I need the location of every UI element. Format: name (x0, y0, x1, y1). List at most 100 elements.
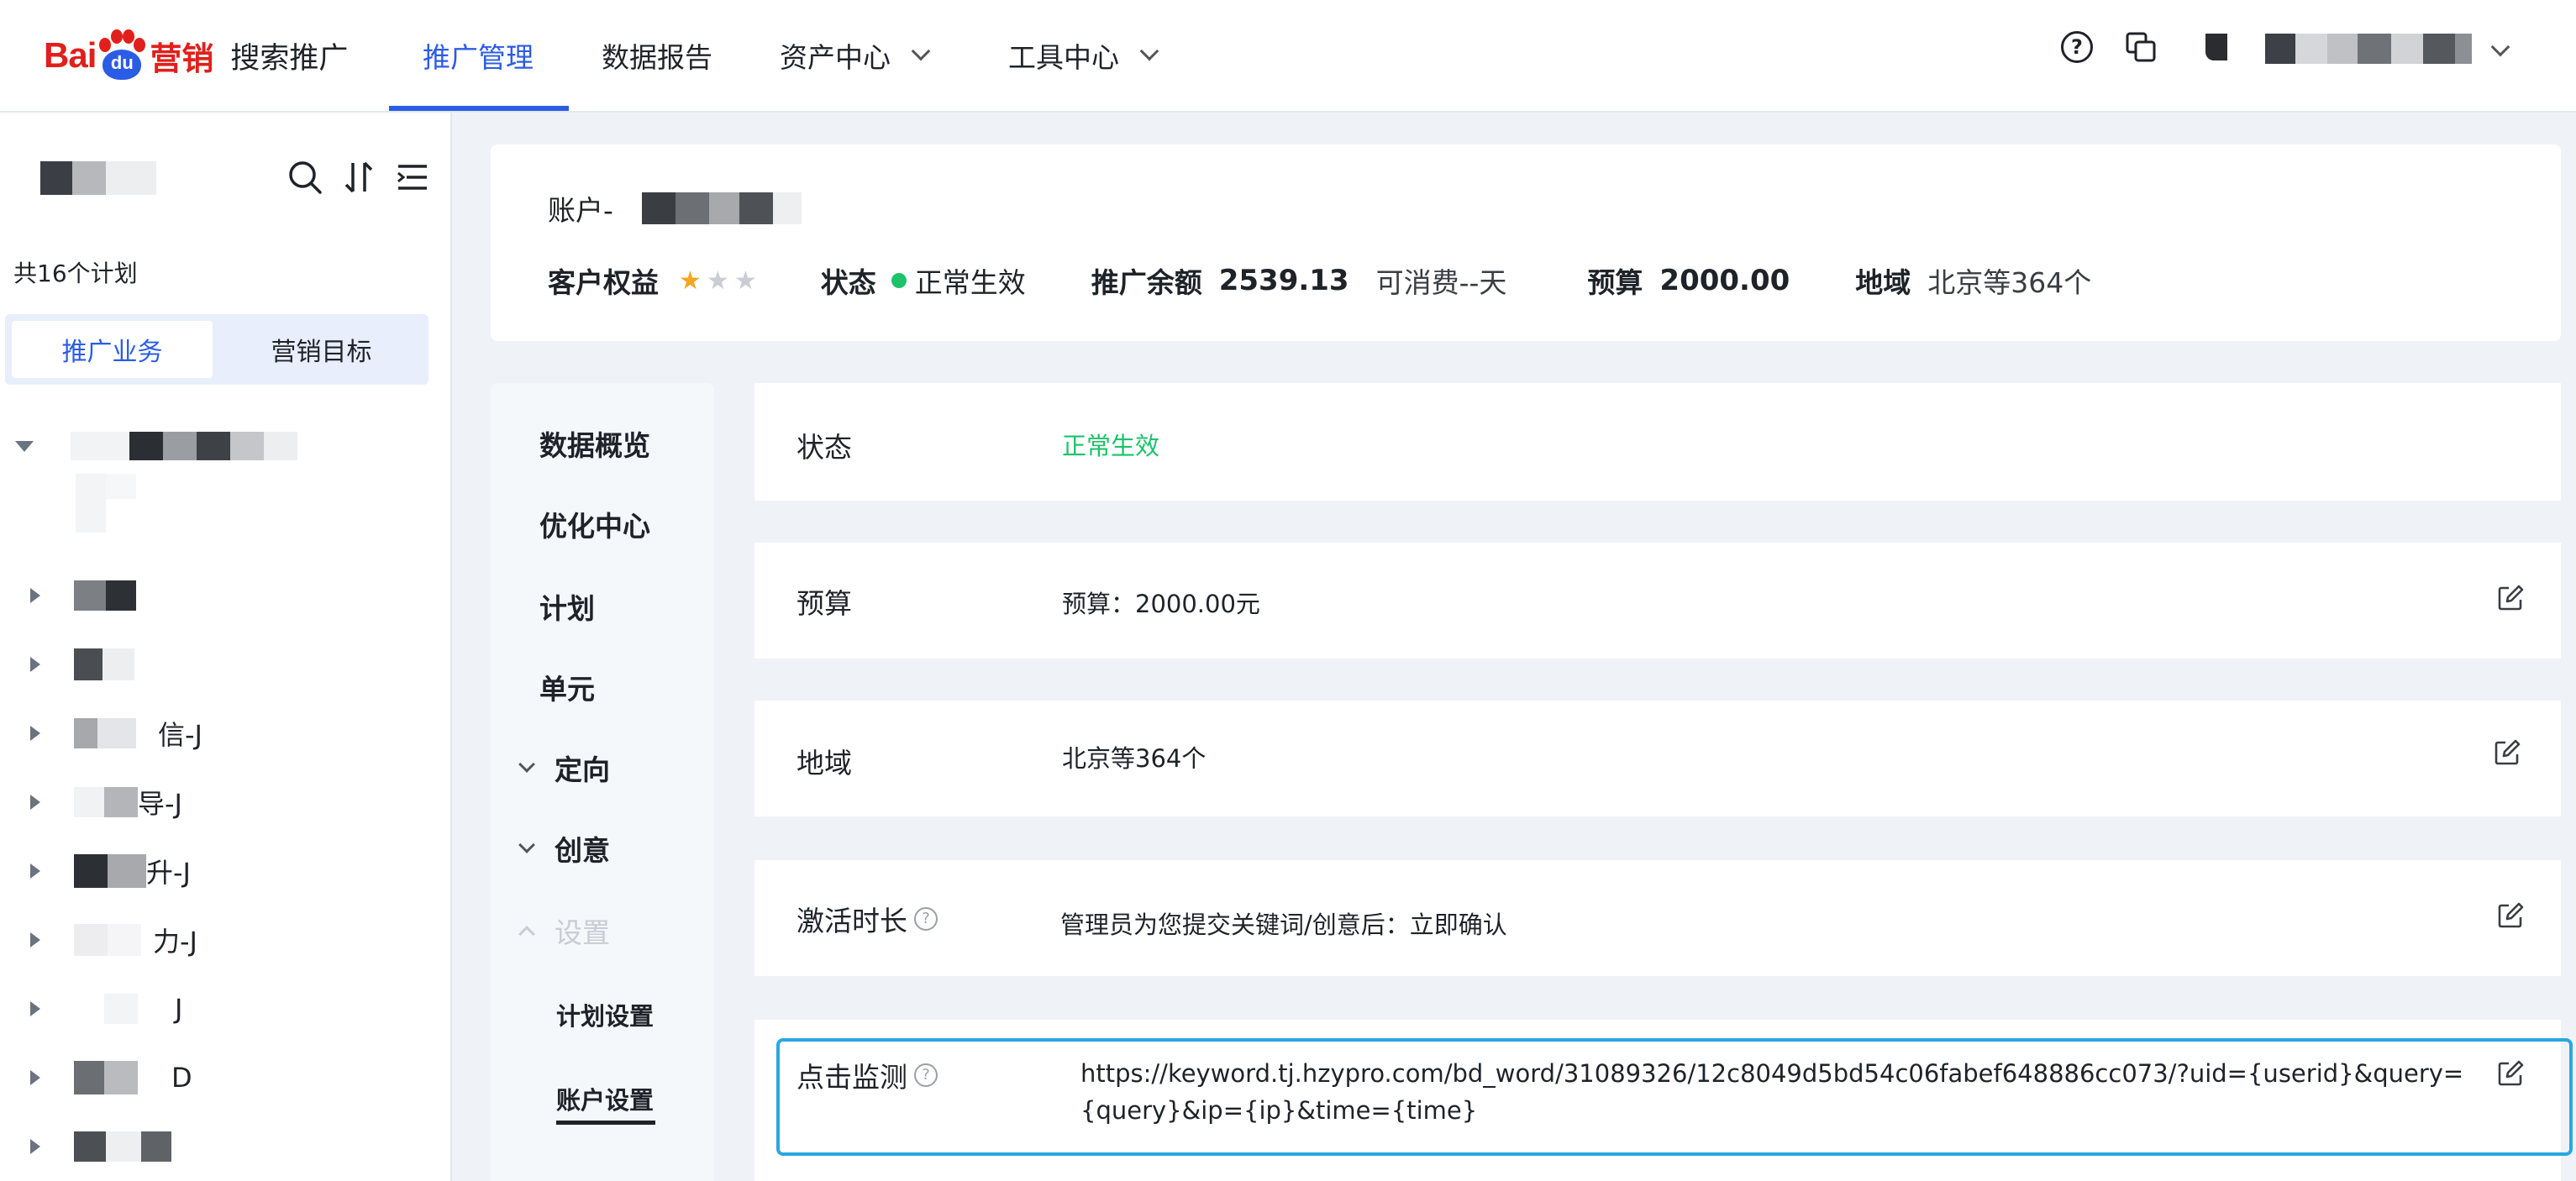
chevron-down-icon (1139, 41, 1159, 61)
help-icon[interactable]: ? (2060, 30, 2094, 64)
sidebar-tabs: 推广业务 营销目标 (5, 314, 428, 385)
status-label: 状态 (820, 266, 876, 299)
nav-data-report[interactable]: 数据报告 (602, 0, 712, 111)
tree-item-plan[interactable]: D (0, 1048, 450, 1107)
plan-count: 共16个计划 (13, 260, 138, 287)
tree-item-unit[interactable] (0, 474, 450, 533)
caret-right-icon[interactable] (30, 1001, 40, 1016)
subnav-label: 创意 (555, 834, 610, 867)
plan-sidebar: 共16个计划 推广业务 营销目标 信-J 导-J 升-J 力-J J D (0, 113, 452, 1181)
nav-tool-center[interactable]: 工具中心 (1008, 0, 1159, 111)
setting-row-region: 地域 北京等364个 (754, 701, 2561, 816)
setting-region-value: 北京等364个 (1062, 744, 1207, 773)
status-dot-icon (891, 273, 907, 288)
logo-du-text: du (110, 52, 134, 73)
region-value: 北京等364个 (1927, 266, 2092, 299)
subnav-optimization-center[interactable]: 优化中心 (539, 499, 650, 549)
nav-label: 推广管理 (423, 41, 534, 74)
username-redacted[interactable] (2265, 34, 2472, 64)
chevron-down-icon (518, 756, 535, 773)
star-icon: ★ (706, 265, 729, 296)
rights-label: 客户权益 (548, 266, 659, 299)
subnav-label: 定向 (555, 753, 610, 786)
tree-item-label: D (171, 1062, 192, 1094)
chevron-down-icon (911, 41, 931, 61)
setting-row-activation: 激活时长 ? 管理员为您提交关键词/创意后：立即确认 (754, 860, 2561, 976)
setting-label: 预算 (796, 587, 852, 620)
filter-list-icon[interactable] (395, 160, 430, 195)
caret-right-icon[interactable] (30, 932, 40, 947)
tree-item-plan[interactable]: 升-J (0, 842, 450, 900)
caret-right-icon[interactable] (30, 795, 40, 810)
caret-right-icon[interactable] (30, 588, 40, 603)
subnav-plan-settings[interactable]: 计划设置 (556, 989, 654, 1040)
subnav-active-underline (556, 1121, 655, 1125)
caret-right-icon[interactable] (30, 726, 40, 741)
setting-status-value: 正常生效 (1062, 432, 1160, 460)
tree-item-label: 导-J (138, 788, 182, 820)
caret-right-icon[interactable] (30, 1070, 40, 1085)
tab-promotion-business[interactable]: 推广业务 (12, 321, 213, 378)
subnav-targeting[interactable]: 定向 (518, 743, 610, 793)
tree-item-label: 信-J (158, 719, 202, 751)
nav-active-underline (389, 106, 569, 111)
region-label: 地域 (1855, 266, 1911, 299)
chevron-down-icon[interactable] (2490, 37, 2510, 57)
rating-stars: ★ ★ ★ (674, 266, 757, 296)
setting-label: 地域 (796, 747, 852, 779)
caret-down-icon[interactable] (15, 440, 34, 452)
account-summary-card: 账户- 客户权益 ★ ★ ★ 状态 正常生效 推广余额 2539.13 可消费--天… (491, 144, 2561, 341)
tree-item-plan[interactable]: J (0, 979, 450, 1038)
search-icon[interactable] (287, 160, 323, 195)
setting-activation-value: 管理员为您提交关键词/创意后：立即确认 (1060, 911, 1507, 939)
caret-right-icon[interactable] (30, 1139, 40, 1154)
balance-value: 2539.13 (1218, 264, 1349, 297)
status-value: 正常生效 (914, 266, 1026, 299)
caret-right-icon[interactable] (30, 657, 40, 672)
setting-row-budget: 预算 预算：2000.00元 (754, 543, 2561, 659)
help-glyph: ? (2061, 31, 2093, 63)
tree-item-plan[interactable]: 力-J (0, 911, 450, 969)
logo-bai-text: Bai (44, 35, 97, 75)
product-name: 搜索推广 (230, 41, 349, 76)
caret-right-icon[interactable] (30, 863, 40, 879)
sort-icon[interactable] (341, 160, 376, 195)
subnav-creative[interactable]: 创意 (518, 823, 610, 874)
tree-item-plan[interactable]: 导-J (0, 773, 450, 832)
baidu-paw-icon: du (97, 29, 146, 81)
setting-budget-value: 预算：2000.00元 (1062, 590, 1260, 618)
tree-item-plan[interactable] (0, 635, 450, 694)
nav-label: 资产中心 (780, 41, 891, 74)
tree-item-plan[interactable] (0, 1117, 450, 1176)
nav-label: 数据报告 (602, 41, 712, 74)
star-icon: ★ (733, 265, 757, 296)
account-name: 账户- (548, 188, 802, 228)
subnav-plan[interactable]: 计划 (539, 581, 595, 632)
edit-icon[interactable] (2494, 739, 2521, 766)
account-metrics: 客户权益 ★ ★ ★ 状态 正常生效 推广余额 2539.13 可消费--天 预算 … (548, 255, 2091, 306)
copy-windows-icon[interactable] (2124, 30, 2158, 64)
tab-marketing-goal[interactable]: 营销目标 (221, 321, 422, 378)
baidu-marketing-logo[interactable]: Bai du 营销 搜索推广 (44, 13, 348, 97)
tree-item-plan[interactable] (0, 417, 450, 475)
subnav-settings[interactable]: 设置 (518, 905, 610, 956)
subnav-data-overview[interactable]: 数据概览 (539, 418, 650, 469)
setting-row-status: 状态 正常生效 (754, 383, 2561, 501)
chevron-down-icon (518, 837, 535, 853)
tree-item-plan[interactable] (0, 566, 450, 625)
tree-item-label: J (175, 993, 183, 1025)
edit-icon[interactable] (2497, 902, 2524, 929)
tree-item-label: 力-J (153, 926, 197, 958)
chevron-up-icon (518, 926, 535, 942)
nav-asset-center[interactable]: 资产中心 (780, 0, 931, 111)
subnav-account-settings[interactable]: 账户设置 (556, 1073, 654, 1124)
balance-label: 推广余额 (1091, 266, 1202, 299)
help-tooltip-icon[interactable]: ? (914, 907, 938, 931)
subnav-unit[interactable]: 单元 (539, 662, 595, 712)
settings-subnav: 数据概览 优化中心 计划 单元 定向 创意 设置 计划设置 账户设置 (491, 383, 714, 1181)
edit-icon[interactable] (2497, 585, 2524, 611)
setting-label-text: 激活时长 (796, 905, 907, 937)
nav-promotion-management[interactable]: 推广管理 (423, 0, 534, 111)
user-avatar-icon[interactable] (2200, 30, 2233, 64)
tree-item-plan[interactable]: 信-J (0, 704, 450, 763)
